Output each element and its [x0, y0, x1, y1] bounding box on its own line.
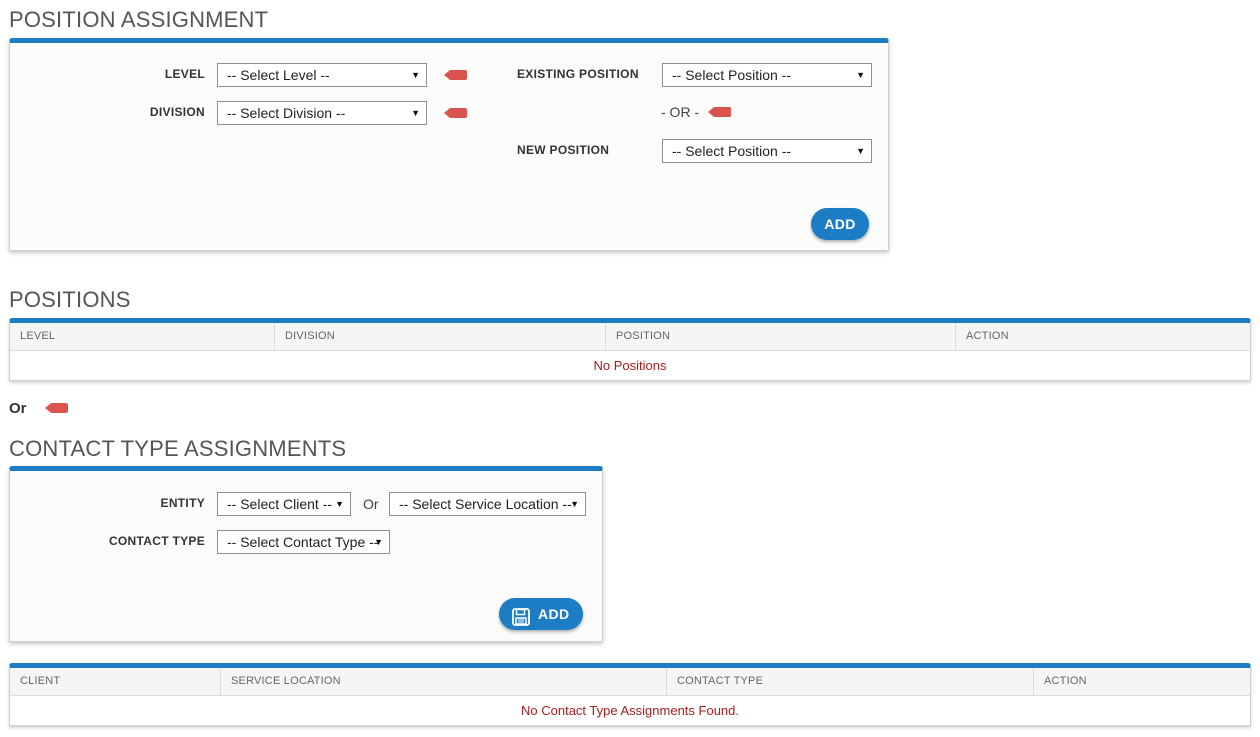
existing-position-select-value: -- Select Position --: [672, 67, 792, 83]
service-location-select[interactable]: -- Select Service Location -- ▼: [389, 492, 586, 516]
contact-type-assignments-panel: ENTITY -- Select Client -- ▼ Or -- Selec…: [9, 466, 603, 642]
caret-down-icon: ▼: [570, 499, 579, 509]
division-label: DIVISION: [149, 105, 205, 119]
tag-marker-icon: [45, 403, 68, 413]
contact-type-table-header: CLIENT SERVICE LOCATION CONTACT TYPE ACT…: [10, 668, 1250, 696]
entity-label: ENTITY: [160, 496, 205, 510]
contact-type-label: CONTACT TYPE: [108, 534, 205, 548]
level-label: LEVEL: [164, 67, 205, 81]
or-divider: Or: [9, 400, 27, 417]
caret-down-icon: ▼: [856, 70, 865, 80]
existing-position-label: EXISTING POSITION: [517, 67, 639, 81]
contact-type-assignments-title: CONTACT TYPE ASSIGNMENTS: [9, 436, 347, 461]
column-header-action: ACTION: [1044, 675, 1087, 687]
level-select-value: -- Select Level --: [227, 67, 330, 83]
contact-type-select-value: -- Select Contact Type --: [227, 534, 379, 550]
column-header-service-location: SERVICE LOCATION: [221, 668, 667, 695]
positions-title: POSITIONS: [9, 287, 131, 312]
column-header-client: CLIENT: [10, 668, 221, 695]
column-header-division: DIVISION: [275, 323, 606, 350]
tag-marker-icon: [444, 70, 467, 80]
contact-type-table: CLIENT SERVICE LOCATION CONTACT TYPE ACT…: [9, 663, 1251, 726]
positions-table: LEVEL DIVISION POSITION ACTION No Positi…: [9, 318, 1251, 381]
new-position-select-value: -- Select Position --: [672, 143, 792, 159]
positions-table-header: LEVEL DIVISION POSITION ACTION: [10, 323, 1250, 351]
tag-marker-icon: [444, 108, 467, 118]
level-select[interactable]: -- Select Level -- ▼: [217, 63, 427, 87]
caret-down-icon: ▼: [335, 499, 344, 509]
position-assignment-title: POSITION ASSIGNMENT: [9, 7, 269, 32]
column-header-level: LEVEL: [10, 323, 275, 350]
caret-down-icon: ▼: [856, 146, 865, 156]
existing-position-select[interactable]: -- Select Position -- ▼: [662, 63, 872, 87]
position-assignment-panel: LEVEL -- Select Level -- ▼ DIVISION -- S…: [9, 38, 889, 251]
new-position-label: NEW POSITION: [517, 143, 610, 157]
add-position-button[interactable]: ADD: [811, 208, 869, 240]
division-select-value: -- Select Division --: [227, 105, 346, 121]
column-header-action: ACTION: [966, 330, 1009, 342]
positions-empty-message: No Positions: [593, 358, 667, 373]
column-header-contact-type: CONTACT TYPE: [667, 668, 1034, 695]
client-select[interactable]: -- Select Client -- ▼: [217, 492, 351, 516]
or-separator: - OR -: [661, 104, 700, 120]
tag-marker-icon: [708, 107, 731, 117]
column-header-position: POSITION: [606, 323, 956, 350]
add-contact-type-label: ADD: [538, 606, 570, 622]
caret-down-icon: ▼: [411, 70, 420, 80]
division-select[interactable]: -- Select Division -- ▼: [217, 101, 427, 125]
service-location-select-value: -- Select Service Location --: [399, 496, 572, 512]
contact-type-empty-message: No Contact Type Assignments Found.: [521, 703, 739, 718]
caret-down-icon: ▼: [411, 108, 420, 118]
add-contact-type-button[interactable]: ADD: [499, 598, 583, 630]
client-select-value: -- Select Client --: [227, 496, 333, 512]
contact-type-select[interactable]: -- Select Contact Type -- ▼: [217, 530, 390, 554]
caret-down-icon: ▼: [374, 537, 383, 547]
new-position-select[interactable]: -- Select Position -- ▼: [662, 139, 872, 163]
entity-or-separator: Or: [363, 496, 379, 512]
floppy-disk-icon: [512, 605, 530, 626]
